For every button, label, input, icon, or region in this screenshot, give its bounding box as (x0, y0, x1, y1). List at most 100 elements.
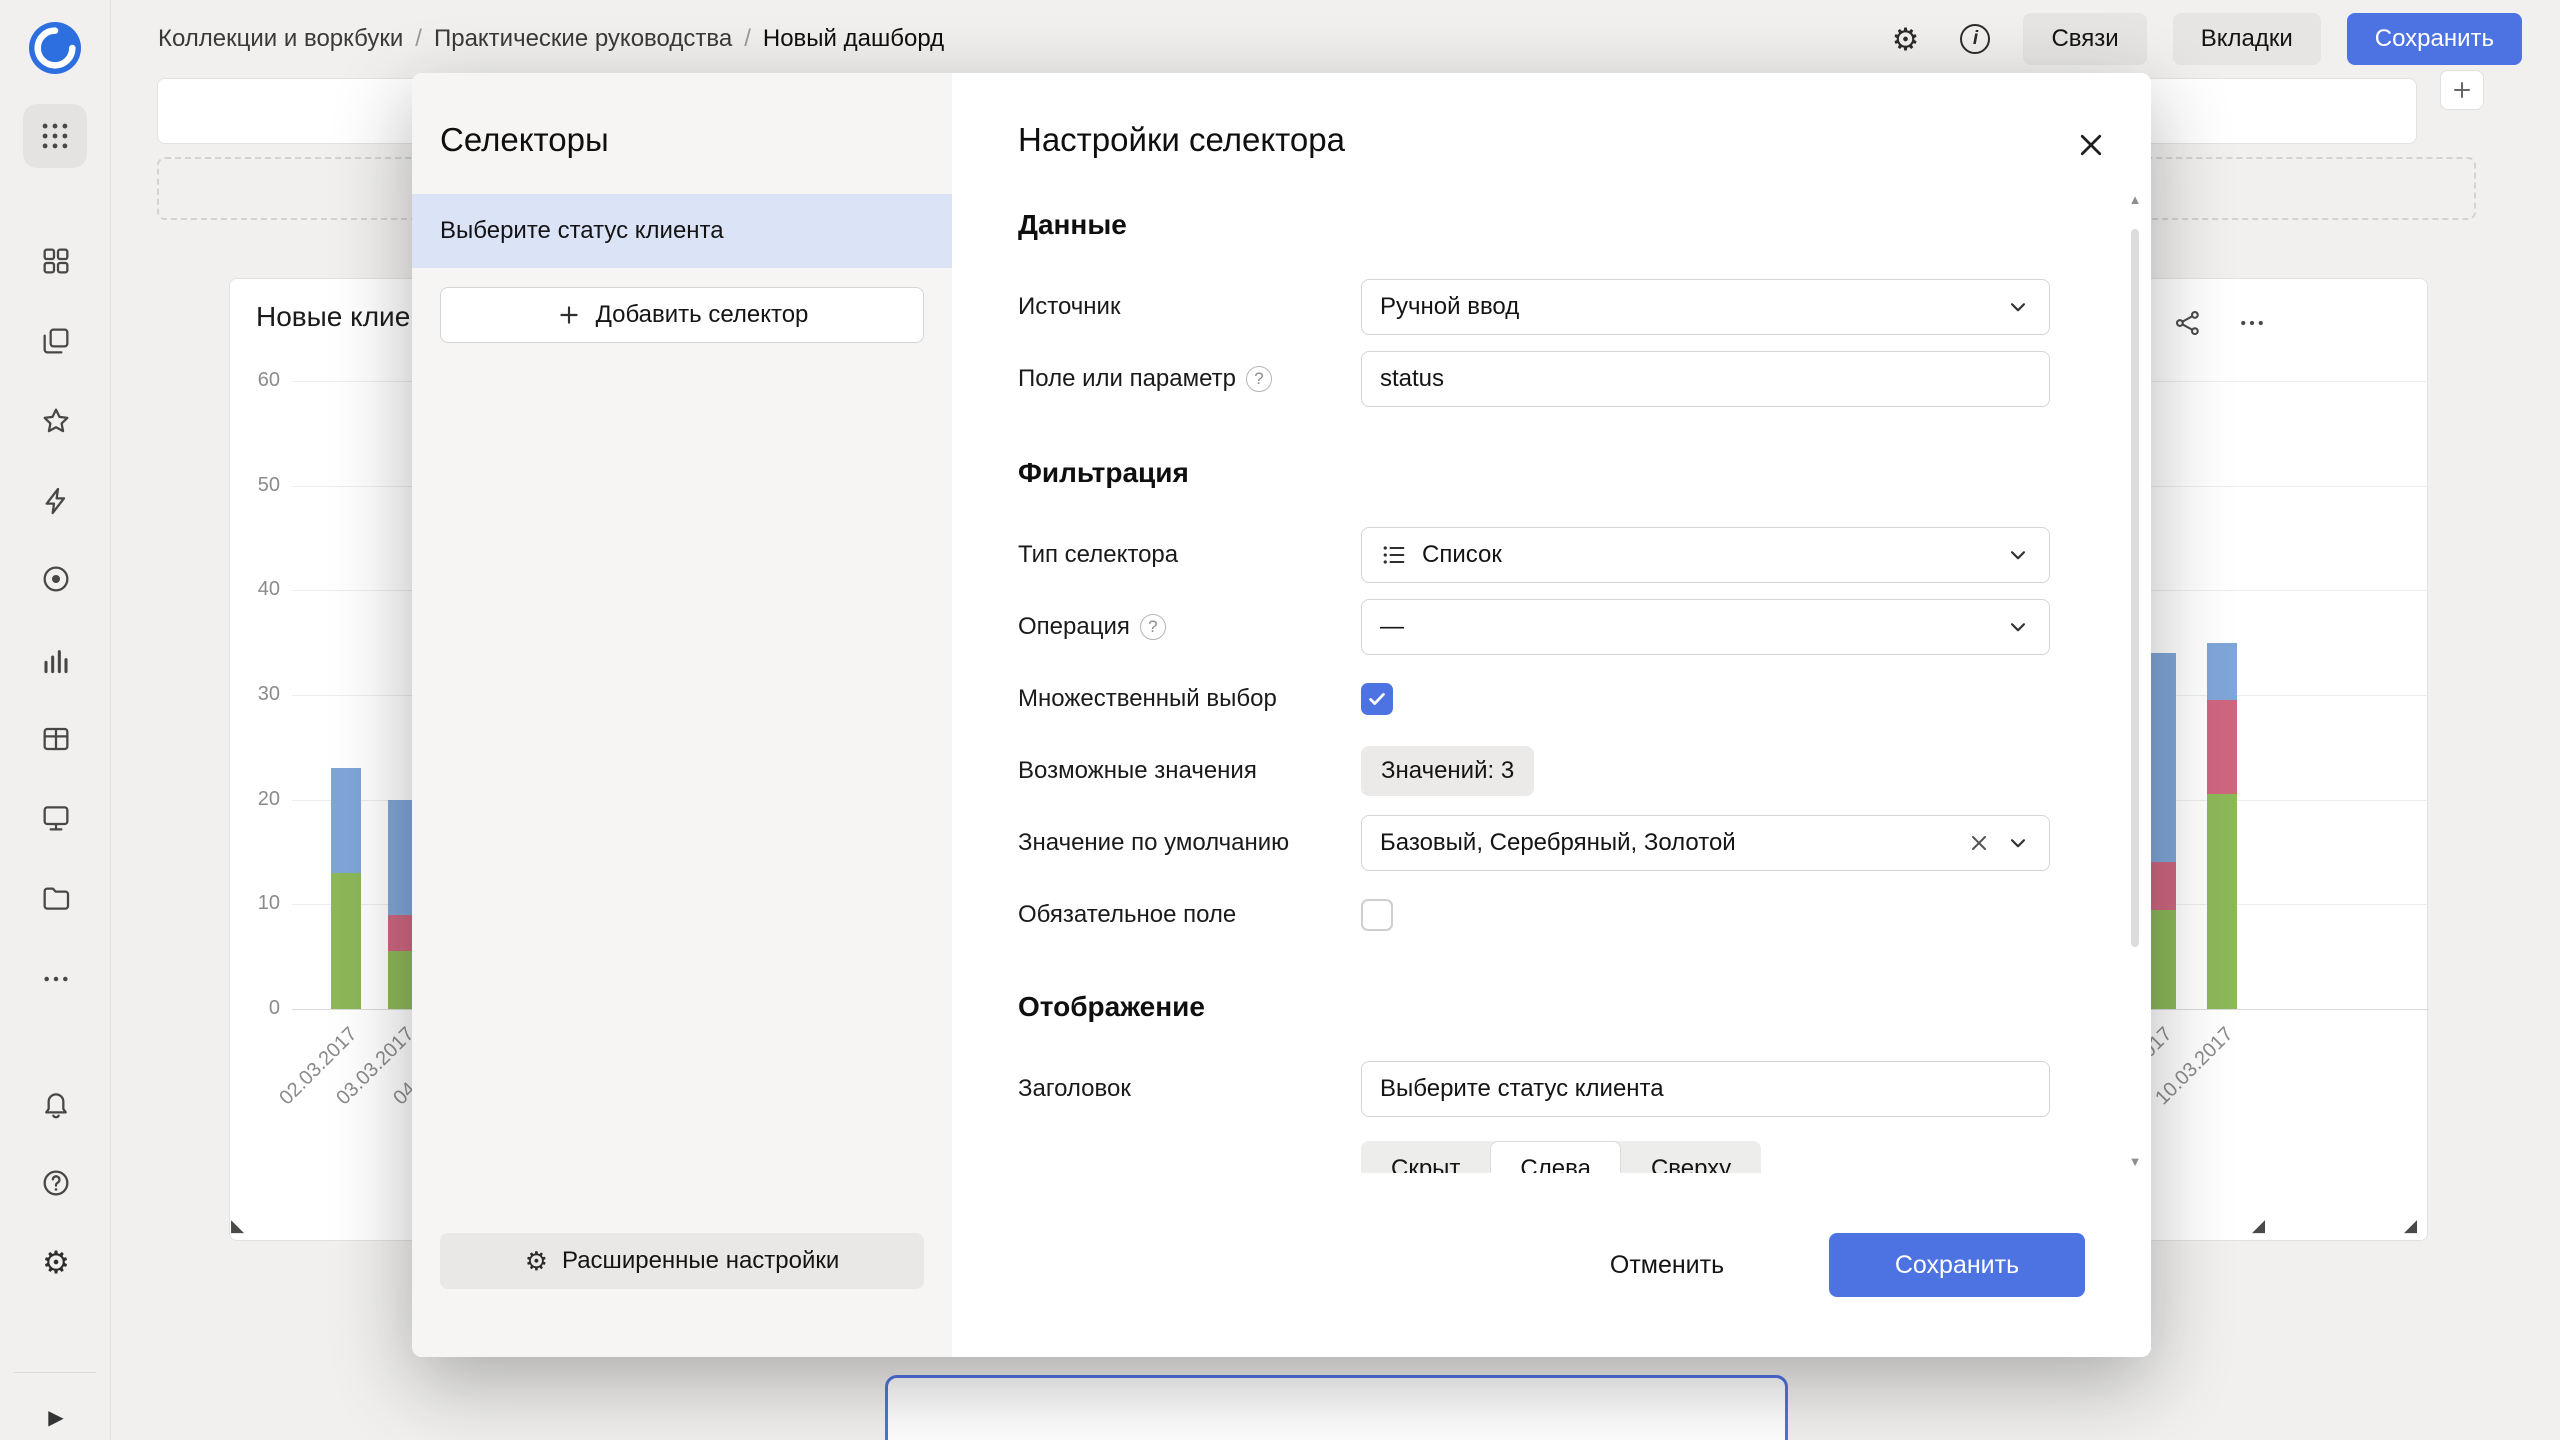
possible-values-chip[interactable]: Значений: 3 (1361, 746, 1534, 796)
chevron-down-icon (2005, 830, 2031, 856)
sidebar-item-widgets[interactable] (37, 242, 75, 280)
widgets-icon (40, 245, 72, 277)
cancel-button[interactable]: Отменить (1592, 1236, 1742, 1294)
section-data-title: Данные (1018, 209, 1127, 241)
scroll-down-arrow[interactable]: ▼ (2128, 1155, 2142, 1168)
multi-select-checkbox[interactable] (1361, 683, 1393, 715)
sidebar-item-monitoring[interactable] (37, 799, 75, 837)
default-value-select[interactable]: Базовый, Серебряный, Золотой (1361, 815, 2050, 871)
operation-label: Операция ? (1018, 613, 1361, 641)
possible-values-row: Возможные значения Значений: 3 (1018, 743, 2050, 799)
resize-handle[interactable]: ◢ (2404, 1216, 2417, 1236)
field-row: Поле или параметр ? (1018, 351, 2050, 407)
question-circle-icon (40, 1167, 72, 1199)
sidebar-item-folders[interactable] (37, 879, 75, 917)
chevron-down-icon (2005, 294, 2031, 320)
heading-label: Заголовок (1018, 1075, 1361, 1103)
sidebar-item-collections[interactable] (37, 322, 75, 360)
close-dialog-button[interactable] (2071, 125, 2111, 165)
scrollbar-thumb[interactable] (2131, 229, 2139, 947)
clear-icon[interactable] (1967, 831, 1991, 855)
settings-panel-title: Настройки селектора (1018, 121, 1345, 159)
help-icon[interactable]: ? (1246, 366, 1272, 392)
required-label: Обязательное поле (1018, 901, 1361, 929)
scroll-up-arrow[interactable]: ▲ (2128, 193, 2142, 206)
y-axis-label: 20 (240, 788, 280, 811)
selector-type-value: Список (1422, 541, 1991, 569)
sidebar-item-charts[interactable] (37, 642, 75, 680)
info-icon[interactable]: i (1953, 17, 1997, 61)
selectors-panel: Селекторы Выберите статус клиента Добави… (412, 73, 952, 1357)
sidebar-item-more[interactable] (37, 960, 75, 998)
operation-select[interactable]: — (1361, 599, 2050, 655)
tab-top[interactable]: Сверху (1621, 1141, 1761, 1173)
selector-type-select[interactable]: Список (1361, 527, 2050, 583)
chevron-down-icon (2005, 542, 2031, 568)
sidebar-item-services[interactable] (37, 560, 75, 598)
advanced-settings-button[interactable]: ⚙ Расширенные настройки (440, 1233, 924, 1289)
resize-handle[interactable]: ◢ (2252, 1216, 2265, 1236)
settings-scroll-area: Данные Источник Ручной ввод Поле или пар… (952, 193, 2151, 1173)
left-sidebar: ⚙ ▶ (0, 0, 111, 1440)
breadcrumb-collections[interactable]: Коллекции и воркбуки (158, 25, 403, 53)
add-widget-button[interactable] (2440, 70, 2484, 110)
app-window: Коллекции и воркбуки / Практические руко… (0, 0, 2560, 1440)
heading-input[interactable] (1361, 1061, 2050, 1117)
apps-grid-icon (38, 119, 72, 153)
resize-handle[interactable]: ◣ (231, 1216, 244, 1236)
field-label: Поле или параметр ? (1018, 365, 1361, 393)
sidebar-item-notifications[interactable] (37, 1084, 75, 1122)
sidebar-item-settings[interactable]: ⚙ (37, 1243, 75, 1281)
selector-type-row: Тип селектора Список (1018, 527, 2050, 583)
required-row: Обязательное поле (1018, 887, 2050, 943)
relations-button[interactable]: Связи (2023, 13, 2146, 65)
source-value: Ручной ввод (1380, 293, 1991, 321)
apps-grid-button[interactable] (23, 104, 87, 168)
bar-chart-icon (40, 645, 72, 677)
selected-widget-outline[interactable] (885, 1375, 1788, 1440)
selector-settings-dialog: Селекторы Выберите статус клиента Добави… (412, 73, 2151, 1357)
section-display-title: Отображение (1018, 991, 1205, 1023)
add-selector-button[interactable]: Добавить селектор (440, 287, 924, 343)
selectors-panel-title: Селекторы (440, 121, 609, 159)
multi-select-row: Множественный выбор (1018, 671, 2050, 727)
list-type-icon (1380, 541, 1408, 569)
breadcrumb-separator: / (415, 25, 422, 53)
title-position-tabs: СкрытСлеваСверху (1361, 1141, 1761, 1173)
tab-hidden[interactable]: Скрыт (1361, 1141, 1490, 1173)
sidebar-item-tables[interactable] (37, 720, 75, 758)
settings-gear-icon[interactable]: ⚙ (1883, 17, 1927, 61)
advanced-settings-label: Расширенные настройки (562, 1247, 839, 1275)
folder-icon (40, 882, 72, 914)
monitor-icon (40, 802, 72, 834)
tabs-button[interactable]: Вкладки (2173, 13, 2321, 65)
plus-icon (556, 302, 582, 328)
sidebar-item-help[interactable] (37, 1164, 75, 1202)
y-axis-label: 60 (240, 369, 280, 392)
sidebar-expand-button[interactable]: ▶ (37, 1398, 75, 1436)
default-value-label: Значение по умолчанию (1018, 829, 1361, 857)
sidebar-item-favorites[interactable] (37, 402, 75, 440)
selector-list-item[interactable]: Выберите статус клиента (412, 194, 952, 268)
sidebar-divider (14, 1372, 96, 1373)
sidebar-item-functions[interactable] (37, 482, 75, 520)
source-select[interactable]: Ручной ввод (1361, 279, 2050, 335)
default-value-text: Базовый, Серебряный, Золотой (1380, 829, 1953, 857)
top-header: Коллекции и воркбуки / Практические руко… (111, 0, 2560, 78)
help-icon[interactable]: ? (1140, 614, 1166, 640)
lightning-icon (40, 485, 72, 517)
star-icon (40, 405, 72, 437)
save-selector-button[interactable]: Сохранить (1829, 1233, 2085, 1297)
check-icon (1366, 688, 1388, 710)
save-dashboard-button[interactable]: Сохранить (2347, 13, 2522, 65)
default-value-row: Значение по умолчанию Базовый, Серебряны… (1018, 815, 2050, 871)
operation-row: Операция ? — (1018, 599, 2050, 655)
gear-icon: ⚙ (42, 1247, 70, 1278)
tab-left[interactable]: Слева (1490, 1141, 1621, 1173)
field-input[interactable] (1361, 351, 2050, 407)
breadcrumb-guides[interactable]: Практические руководства (434, 25, 732, 53)
datalens-logo[interactable] (29, 22, 81, 74)
required-checkbox[interactable] (1361, 899, 1393, 931)
header-actions: ⚙ i Связи Вкладки Сохранить (1883, 0, 2522, 78)
source-row: Источник Ручной ввод (1018, 279, 2050, 335)
